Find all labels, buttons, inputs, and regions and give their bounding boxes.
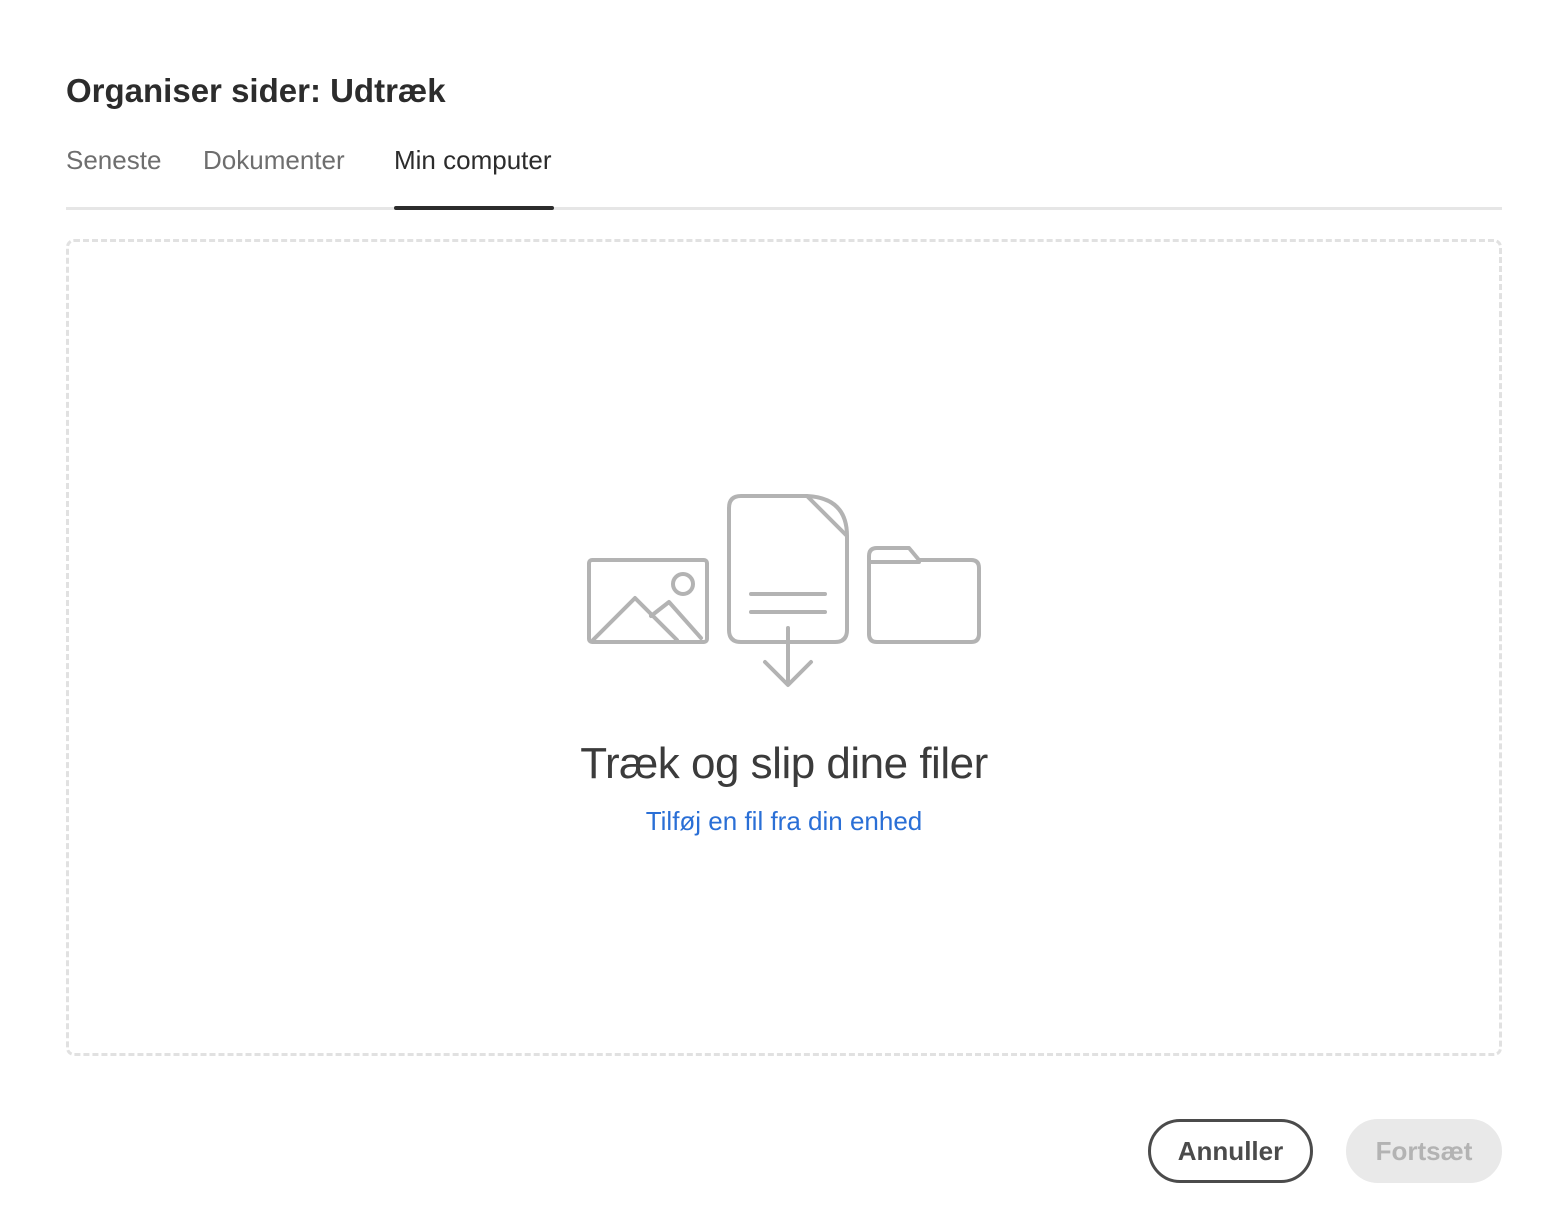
tabs-divider [66,207,1502,210]
tab-recent[interactable]: Seneste [66,140,161,210]
dialog-title: Organiser sider: Udtræk [66,72,446,109]
continue-button[interactable]: Fortsæt [1346,1119,1502,1183]
tab-my-computer[interactable]: Min computer [394,140,554,210]
source-tabs: Seneste Dokumenter Min computer [66,140,1502,210]
upload-illustration [587,494,981,687]
dropzone-link-row: Tilføj en fil fra din enhed [69,802,1499,840]
dropzone-title: Træk og slip dine filer [580,739,988,788]
image-icon [587,558,709,644]
file-download-icon [727,494,849,687]
tab-documents[interactable]: Dokumenter [203,140,349,210]
add-file-from-device-link[interactable]: Tilføj en fil fra din enhed [646,806,923,836]
folder-icon [867,546,981,644]
cancel-button[interactable]: Annuller [1148,1119,1313,1183]
organize-pages-dialog: Organiser sider: Udtræk Seneste Dokument… [0,0,1552,1216]
file-dropzone[interactable]: Træk og slip dine filer Tilføj en fil fr… [66,239,1502,1056]
